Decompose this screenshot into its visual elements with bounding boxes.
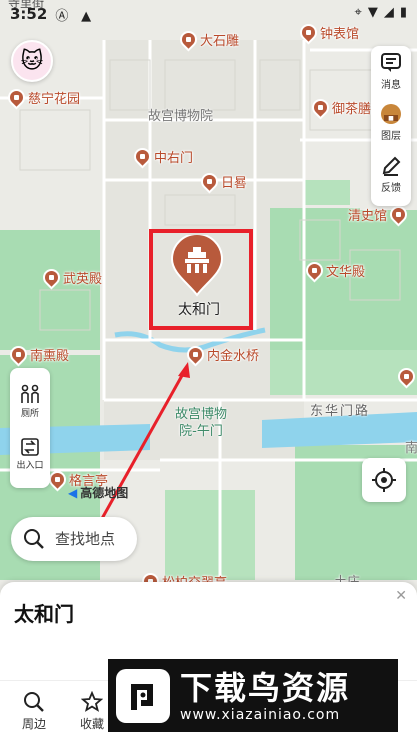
bird-logo-icon	[116, 668, 170, 723]
poi-pin-icon	[130, 144, 155, 169]
watermark-url: www.xiazainiao.com	[180, 706, 341, 723]
toilet-button[interactable]: 厕所	[19, 384, 41, 436]
entrance-button[interactable]: 出入口	[16, 436, 44, 488]
poi-pin-icon	[197, 169, 222, 194]
warning-icon: ▲	[81, 8, 92, 24]
amap-logo: ◀ 高德地图	[68, 485, 129, 501]
poi-pin-icon	[6, 342, 31, 367]
amap-arrow-icon: ◀	[68, 485, 78, 500]
area-label-nan: 南	[405, 441, 417, 456]
nav-nearby[interactable]: 周边	[10, 681, 58, 741]
poi-rigui[interactable]: 日晷	[197, 169, 247, 194]
message-button[interactable]: 消息	[380, 52, 402, 103]
wifi-icon: ▼	[367, 5, 378, 20]
poi-pin-icon	[386, 202, 411, 227]
poi-pin-icon	[4, 85, 29, 110]
feedback-button[interactable]: 反馈	[380, 155, 402, 206]
highlight-annotation-box	[149, 229, 253, 330]
poi-neijinshuiqiao[interactable]: 内金水桥	[183, 342, 259, 367]
message-icon	[381, 53, 401, 72]
poi-wenhuadian[interactable]: 文华殿	[302, 258, 365, 283]
layers-button[interactable]: ■ 图层	[380, 103, 402, 154]
area-label-museum: 故宫博物院	[148, 109, 214, 124]
signal-icon: ◢	[383, 5, 394, 20]
star-icon	[81, 690, 103, 712]
poi-nanxundian[interactable]: 南熏殿	[6, 342, 69, 367]
locate-button[interactable]	[362, 458, 406, 502]
battery-icon: ▮	[399, 5, 407, 20]
layers-icon: ■	[381, 104, 401, 125]
search-icon	[24, 529, 44, 549]
status-bar: 寺里街 3:52 Ⓐ ▲ ⌖ ▼ ◢ ▮	[0, 0, 417, 28]
hello-kitty-avatar-icon: 🐱	[20, 48, 44, 74]
search-box[interactable]	[11, 517, 137, 561]
search-icon	[24, 691, 44, 712]
poi-pin-icon	[183, 342, 208, 367]
poi-wuyingdian[interactable]: 武英殿	[39, 265, 102, 290]
poi-pin-icon	[176, 27, 201, 52]
location-status-icon: ⌖	[354, 5, 362, 20]
sheet-title: 太和门	[14, 602, 74, 626]
search-input[interactable]	[55, 530, 125, 548]
poi-pin-icon	[394, 364, 417, 389]
poi-zhongyoumen[interactable]: 中右门	[130, 144, 193, 169]
area-label-museum-gate: 故宫博物 院-午门	[174, 407, 227, 439]
poi-pin-icon	[302, 258, 327, 283]
notification-a-icon: Ⓐ	[55, 8, 69, 24]
poi-ciningguyuan[interactable]: 慈宁花园	[4, 85, 80, 110]
avatar[interactable]: 🐱	[11, 40, 53, 82]
close-icon[interactable]: ✕	[395, 588, 407, 604]
entrance-icon	[21, 438, 39, 456]
watermark-banner: 下载鸟资源 www.xiazainiao.com	[108, 659, 398, 732]
poi-dashidiao[interactable]: 大石雕	[176, 27, 239, 52]
poi-pin-icon	[39, 265, 64, 290]
poi-pin-icon	[308, 95, 333, 120]
poi-right-edge[interactable]	[394, 364, 417, 389]
status-cut-text: 寺里街	[8, 0, 45, 10]
watermark-title: 下载鸟资源	[180, 668, 351, 707]
svg-text:■: ■	[388, 115, 394, 122]
crosshair-icon	[372, 468, 396, 492]
right-tool-panel: 消息 ■ 图层 反馈	[371, 46, 411, 206]
toilet-icon	[21, 384, 39, 403]
road-label-donghuamen: 东华门路	[310, 404, 371, 419]
pen-icon	[382, 156, 401, 176]
left-tool-panel: 厕所 出入口	[10, 368, 50, 488]
poi-qingshiguan[interactable]: 清史馆	[348, 202, 411, 227]
